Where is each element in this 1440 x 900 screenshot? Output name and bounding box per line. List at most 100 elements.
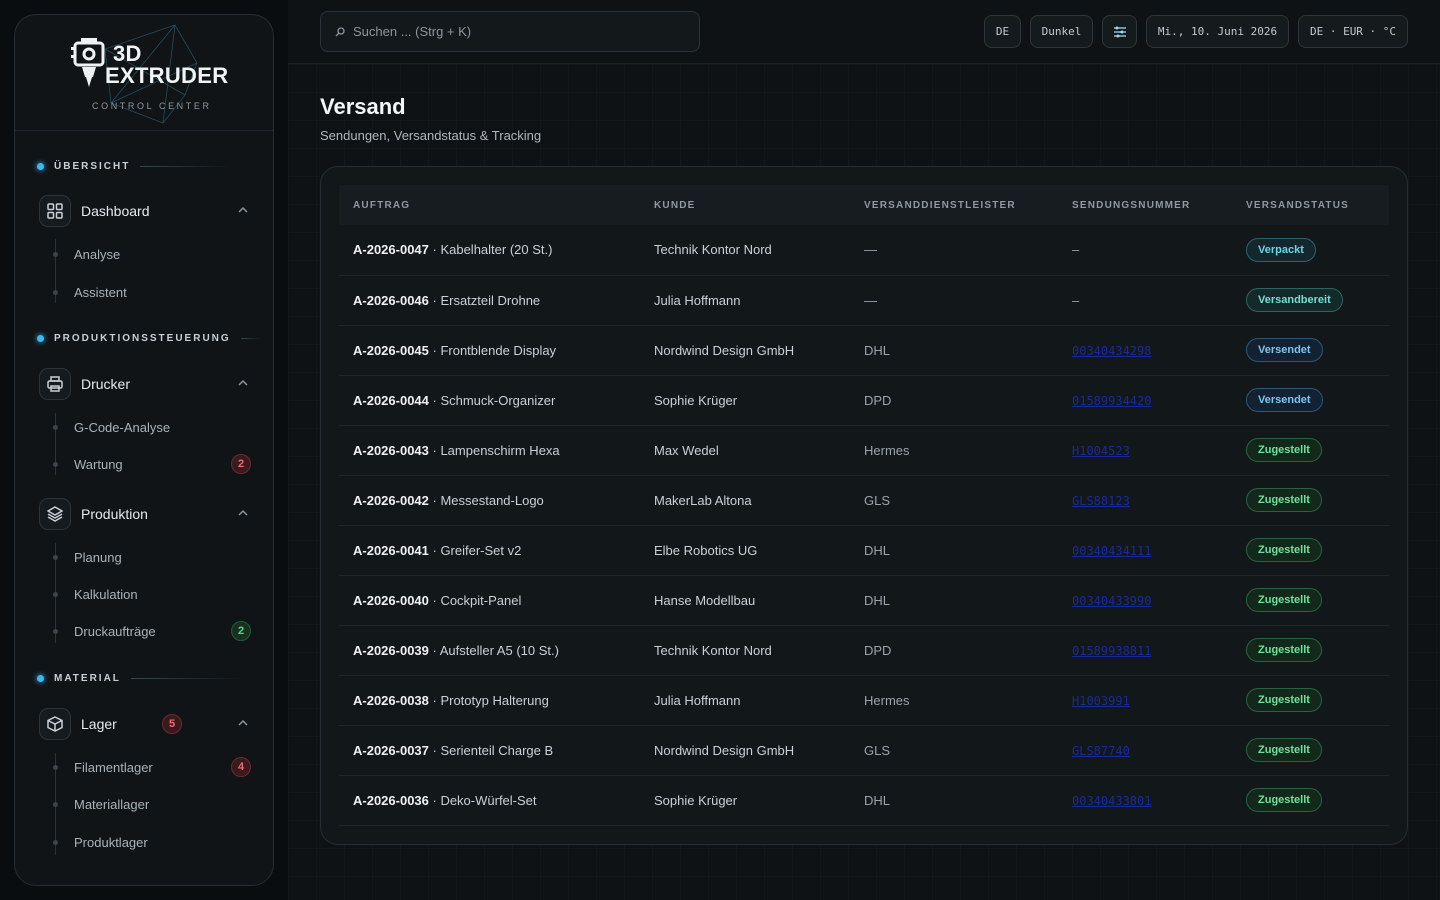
order-id[interactable]: A-2026-0046: [353, 293, 429, 308]
order-id[interactable]: A-2026-0047: [353, 242, 429, 257]
table-row[interactable]: A-2026-0045 · Frontblende Display Nordwin…: [339, 325, 1389, 376]
column-header-carrier[interactable]: VERSANDDIENSTLEISTER: [850, 185, 1058, 225]
cell-order: A-2026-0039 · Aufsteller A5 (10 St.): [339, 625, 640, 676]
section-overview: ÜBERSICHT: [37, 161, 231, 172]
table-row[interactable]: A-2026-0046 · Ersatzteil Drohne Julia Hof…: [339, 275, 1389, 326]
chevron-up-icon[interactable]: [237, 377, 249, 389]
bullet-icon: [53, 801, 58, 807]
brand-logo[interactable]: 3D EXTRUDER CONTROL CENTER: [15, 15, 273, 131]
order-description: · Prototyp Halterung: [428, 692, 549, 708]
sidebar-item-filamentlager[interactable]: Filamentlager 4: [51, 756, 251, 778]
order-id[interactable]: A-2026-0040: [353, 593, 429, 608]
theme-button[interactable]: Dunkel: [1030, 15, 1093, 48]
search-input[interactable]: [353, 24, 683, 39]
cell-status: Zugestellt: [1232, 475, 1389, 526]
sidebar-group-label: Dashboard: [81, 203, 150, 219]
language-button[interactable]: DE: [984, 15, 1021, 48]
cell-customer: Max Wedel: [640, 425, 850, 476]
tracking-link[interactable]: 00340433801: [1072, 794, 1151, 808]
table-row[interactable]: A-2026-0047 · Kabelhalter (20 St.) Techni…: [339, 225, 1389, 276]
table-row[interactable]: A-2026-0036 · Deko-Würfel-Set Sophie Krüg…: [339, 775, 1389, 826]
carrier-name: DHL: [864, 792, 891, 808]
sidebar-item-label: Filamentlager: [74, 759, 153, 775]
column-header-tracking[interactable]: SENDUNGSNUMMER: [1058, 185, 1232, 225]
sidebar-item-gcode-analyse[interactable]: G-Code-Analyse: [51, 416, 251, 438]
settings-button[interactable]: [1102, 15, 1137, 48]
order-id[interactable]: A-2026-0044: [353, 393, 429, 408]
sidebar-item-planung[interactable]: Planung: [51, 546, 251, 568]
table-row[interactable]: A-2026-0038 · Prototyp Halterung Julia Ho…: [339, 675, 1389, 726]
tracking-empty: –: [1072, 242, 1080, 258]
order-id[interactable]: A-2026-0041: [353, 543, 429, 558]
table-row[interactable]: A-2026-0040 · Cockpit-Panel Hanse Modellb…: [339, 575, 1389, 626]
order-id[interactable]: A-2026-0042: [353, 493, 429, 508]
tracking-link[interactable]: GLS87740: [1072, 744, 1130, 758]
table-row[interactable]: A-2026-0043 · Lampenschirm Hexa Max Wedel…: [339, 425, 1389, 476]
cell-status: Zugestellt: [1232, 725, 1389, 776]
cell-carrier: —: [850, 225, 1058, 276]
sidebar-item-assistent[interactable]: Assistent: [51, 281, 251, 303]
chevron-up-icon[interactable]: [237, 204, 249, 216]
order-id[interactable]: A-2026-0037: [353, 743, 429, 758]
order-id[interactable]: A-2026-0036: [353, 793, 429, 808]
sidebar-item-materiallager[interactable]: Materiallager: [51, 793, 251, 815]
sidebar-group-drucker[interactable]: Drucker: [39, 367, 251, 401]
table-body: A-2026-0047 · Kabelhalter (20 St.) Techni…: [339, 225, 1389, 826]
column-header-status[interactable]: VERSANDSTATUS: [1232, 185, 1389, 225]
tracking-link[interactable]: 00340434298: [1072, 344, 1151, 358]
sidebar-item-analyse[interactable]: Analyse: [51, 243, 251, 265]
table-row[interactable]: A-2026-0037 · Serienteil Charge B Nordwin…: [339, 725, 1389, 776]
table-row[interactable]: A-2026-0044 · Schmuck-Organizer Sophie Kr…: [339, 375, 1389, 426]
column-header-customer[interactable]: KUNDE: [640, 185, 850, 225]
cell-carrier: DHL: [850, 575, 1058, 626]
order-description: · Ersatzteil Drohne: [428, 292, 541, 308]
sidebar-group-dashboard[interactable]: Dashboard: [39, 194, 251, 228]
tracking-link[interactable]: H1004523: [1072, 444, 1130, 458]
sidebar-item-label: G-Code-Analyse: [74, 419, 171, 435]
order-description: · Frontblende Display: [428, 342, 557, 358]
sidebar-group-label: Drucker: [81, 376, 131, 392]
tracking-link[interactable]: GLS88123: [1072, 494, 1130, 508]
tracking-link[interactable]: 00340434111: [1072, 544, 1151, 558]
cell-tracking: 01589938811: [1058, 625, 1232, 676]
chevron-up-icon[interactable]: [237, 717, 249, 729]
bullet-icon: [53, 554, 58, 560]
search-icon: [335, 26, 345, 36]
order-id[interactable]: A-2026-0045: [353, 343, 429, 358]
locale-button[interactable]: DE · EUR · °C: [1298, 15, 1408, 48]
sidebar-item-kalkulation[interactable]: Kalkulation: [51, 583, 251, 605]
table-row[interactable]: A-2026-0039 · Aufsteller A5 (10 St.) Tech…: [339, 625, 1389, 676]
date-display[interactable]: Mi., 10. Juni 2026: [1146, 15, 1289, 48]
chevron-up-icon[interactable]: [237, 507, 249, 519]
sidebar-item-wartung[interactable]: Wartung 2: [51, 453, 251, 475]
tracking-link[interactable]: 01589934420: [1072, 394, 1151, 408]
order-id[interactable]: A-2026-0038: [353, 693, 429, 708]
status-badge: Versendet: [1246, 388, 1323, 412]
tracking-link[interactable]: 01589938811: [1072, 644, 1151, 658]
sidebar-item-druckauftraege[interactable]: Druckaufträge 2: [51, 620, 251, 642]
tracking-link[interactable]: 00340433990: [1072, 594, 1151, 608]
section-material: MATERIAL: [37, 673, 241, 684]
cell-order: A-2026-0045 · Frontblende Display: [339, 325, 640, 376]
cell-carrier: GLS: [850, 475, 1058, 526]
cell-tracking: GLS88123: [1058, 475, 1232, 526]
sidebar-item-produktlager[interactable]: Produktlager: [51, 831, 251, 853]
status-badge: Versandbereit: [1246, 288, 1343, 312]
table-row[interactable]: A-2026-0041 · Greifer-Set v2 Elbe Robotic…: [339, 525, 1389, 576]
topbar: DE Dunkel Mi., 10. Juni 2026 DE · EUR · …: [288, 0, 1440, 64]
sidebar-group-lager[interactable]: Lager 5: [39, 707, 251, 741]
cell-customer: Technik Kontor Nord: [640, 225, 850, 276]
cell-tracking: GLS87740: [1058, 725, 1232, 776]
search-box[interactable]: [320, 11, 700, 52]
tracking-link[interactable]: H1003991: [1072, 694, 1130, 708]
table-row[interactable]: A-2026-0042 · Messestand-Logo MakerLab Al…: [339, 475, 1389, 526]
cell-carrier: DPD: [850, 625, 1058, 676]
sidebar-group-produktion[interactable]: Produktion: [39, 497, 251, 531]
order-id[interactable]: A-2026-0043: [353, 443, 429, 458]
carrier-name: DPD: [864, 642, 892, 658]
order-id[interactable]: A-2026-0039: [353, 643, 429, 658]
layers-icon: [39, 498, 71, 530]
status-badge: Zugestellt: [1246, 538, 1322, 562]
column-header-order[interactable]: AUFTRAG: [339, 185, 640, 225]
carrier-name: GLS: [864, 492, 891, 508]
